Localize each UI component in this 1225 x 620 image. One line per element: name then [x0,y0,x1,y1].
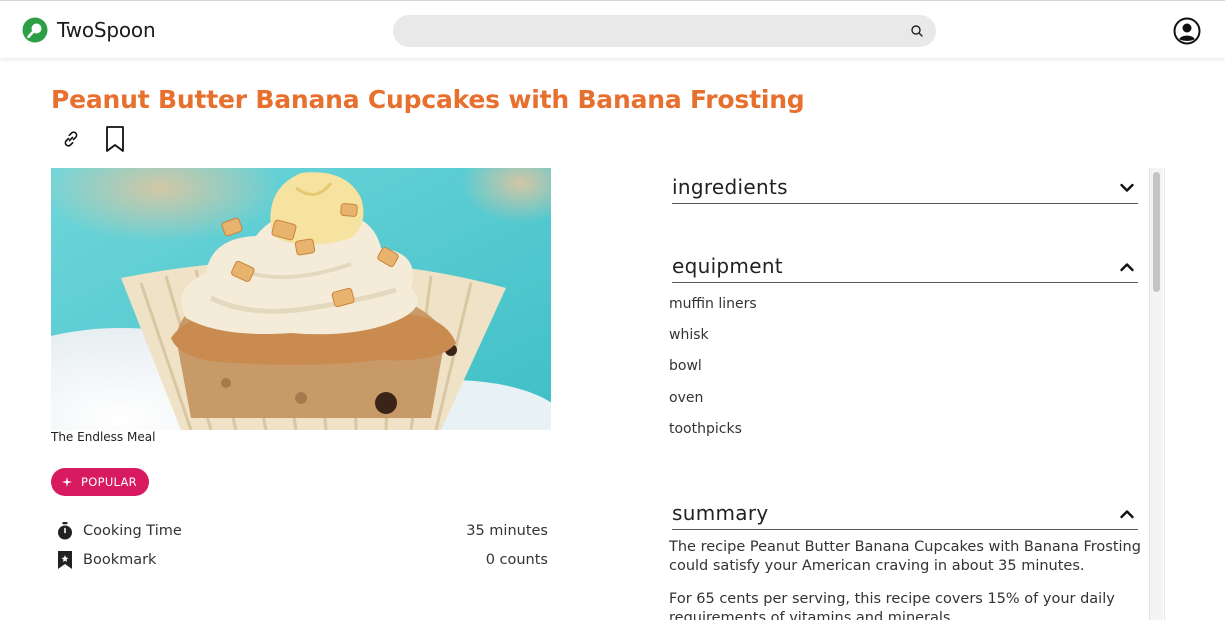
bookmark-filled-icon [58,551,72,569]
section-title: summary [672,501,769,525]
summary-paragraph: The recipe Peanut Butter Banana Cupcakes… [669,539,1141,574]
equipment-item: whisk [669,327,709,343]
stat-label: Cooking Time [83,523,182,539]
stat-label: Bookmark [83,552,157,568]
recipe-details-panel: ingredients equipment muffin liners whis… [660,168,1165,620]
equipment-item: muffin liners [669,296,757,312]
recipe-photo [51,168,551,430]
section-title: ingredients [672,175,788,199]
stat-value: 0 counts [485,552,548,568]
stat-cooking-time: Cooking Time 35 minutes [55,519,548,543]
scrollbar-thumb[interactable] [1153,172,1160,292]
section-ingredients-header[interactable]: ingredients [672,170,1138,204]
sparkle-icon [62,477,72,487]
top-bar: TwoSpoon [0,0,1225,58]
search-icon[interactable] [910,24,924,38]
equipment-item: toothpicks [669,421,742,437]
cupcake-illustration [51,168,551,430]
chevron-up-icon[interactable] [1119,259,1135,275]
equipment-item: bowl [669,358,702,374]
recipe-title: Peanut Butter Banana Cupcakes with Banan… [51,85,805,114]
popular-badge[interactable]: POPULAR [51,468,149,496]
stat-bookmark: Bookmark 0 counts [55,548,548,572]
section-title: equipment [672,254,783,278]
image-credit[interactable]: The Endless Meal [51,430,155,444]
equipment-item: oven [669,390,704,406]
account-icon[interactable] [1173,17,1201,45]
bookmark-outline-icon[interactable] [104,125,126,153]
search-input[interactable] [393,15,936,47]
badge-label: POPULAR [81,475,137,489]
stat-value: 35 minutes [466,523,548,539]
twospoon-logo-icon [22,17,48,43]
brand[interactable]: TwoSpoon [22,17,156,43]
stopwatch-icon [58,522,72,540]
summary-paragraph: For 65 cents per serving, this recipe co… [669,591,1115,620]
section-summary-header[interactable]: summary [672,496,1138,530]
chevron-up-icon[interactable] [1119,506,1135,522]
chevron-down-icon[interactable] [1119,180,1135,196]
section-equipment-header[interactable]: equipment [672,249,1138,283]
brand-name: TwoSpoon [57,18,156,42]
panel-scrollbar[interactable] [1149,168,1163,620]
link-icon[interactable] [60,128,82,150]
